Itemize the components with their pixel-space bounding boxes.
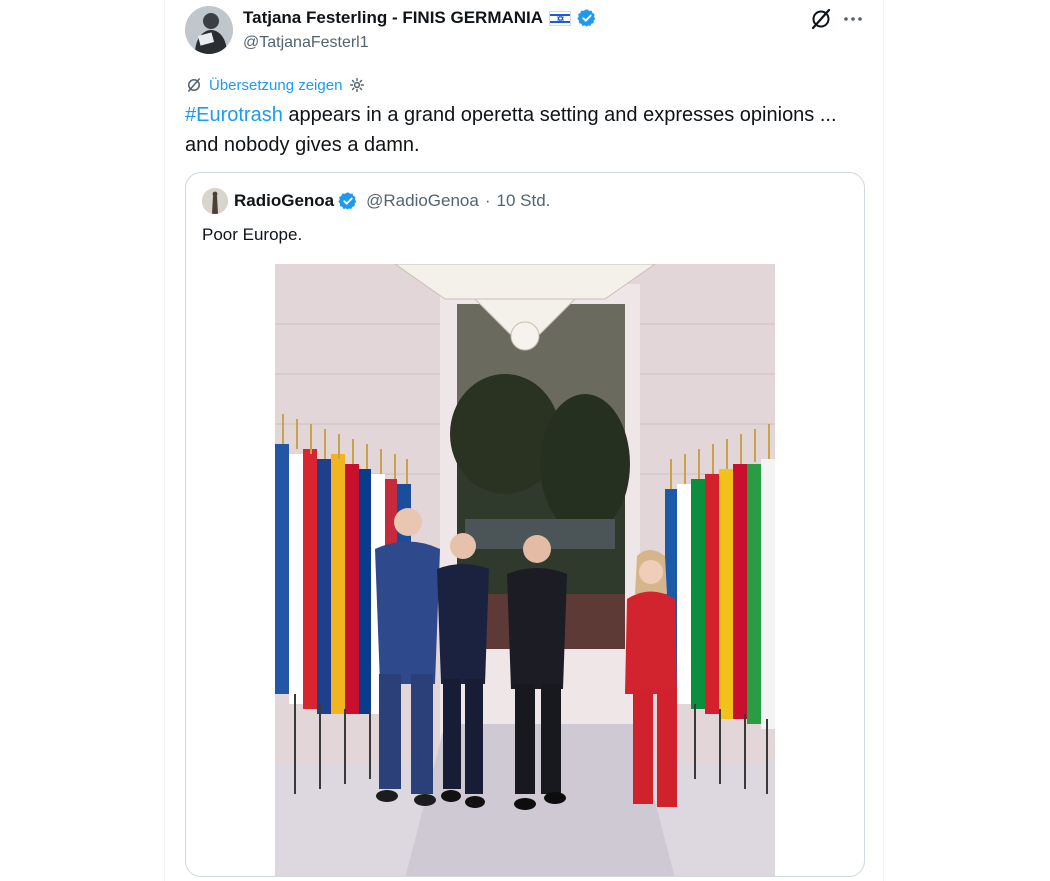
quote-timestamp[interactable]: 10 Std.: [497, 191, 551, 211]
author-avatar[interactable]: [185, 6, 233, 54]
translate-link[interactable]: Übersetzung zeigen: [185, 76, 366, 94]
quote-separator: ·: [484, 191, 491, 210]
quote-avatar[interactable]: [202, 188, 228, 214]
verified-badge-icon: [338, 192, 357, 210]
quote-author-name[interactable]: RadioGenoa: [234, 191, 334, 211]
more-icon[interactable]: [841, 7, 865, 31]
tweet-text: #Eurotrash appears in a grand operetta s…: [185, 100, 865, 160]
israel-flag-icon: [549, 10, 572, 26]
author-name[interactable]: Tatjana Festerling - FINIS GERMANIA: [243, 8, 543, 28]
quote-photo[interactable]: [275, 264, 775, 876]
gear-icon[interactable]: [348, 76, 366, 94]
grok-icon[interactable]: [809, 7, 833, 31]
tweet-column: Tatjana Festerling - FINIS GERMANIA @Tat…: [164, 0, 884, 881]
hashtag-link[interactable]: #Eurotrash: [185, 104, 283, 126]
tweet-body: appears in a grand operetta setting and …: [185, 104, 837, 156]
translate-icon: [188, 78, 200, 92]
author-name-row[interactable]: Tatjana Festerling - FINIS GERMANIA: [243, 8, 597, 28]
quote-text: Poor Europe.: [202, 225, 303, 244]
quote-header: RadioGenoa @RadioGenoa · 10 Std.: [234, 191, 550, 211]
quote-author-handle[interactable]: @RadioGenoa: [366, 191, 479, 211]
translate-label[interactable]: Übersetzung zeigen: [209, 77, 342, 94]
verified-badge-icon: [577, 9, 596, 27]
author-handle[interactable]: @TatjanaFesterl1: [243, 34, 369, 52]
quoted-tweet[interactable]: RadioGenoa @RadioGenoa · 10 Std. Poor Eu…: [185, 172, 865, 877]
